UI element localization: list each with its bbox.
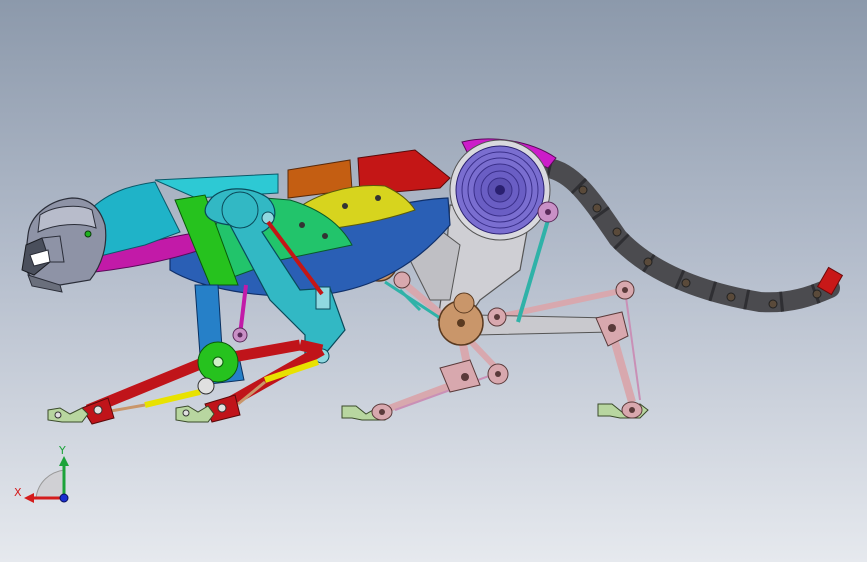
hip-assembly	[449, 138, 559, 241]
coordinate-triad: Y X	[14, 444, 69, 503]
front-right-paw	[175, 405, 215, 423]
front-left-paw	[47, 407, 89, 423]
hip-gear	[455, 145, 545, 235]
rear-right-paw	[341, 403, 393, 421]
y-axis-label: Y	[58, 444, 66, 457]
cad-viewport: Y X	[0, 0, 867, 562]
x-axis-label: X	[14, 486, 22, 499]
robot-cheetah-model: Y X	[14, 138, 844, 503]
head	[21, 197, 107, 293]
tail	[538, 158, 844, 313]
z-axis-dot	[59, 493, 69, 503]
rear-left-paw	[597, 401, 649, 419]
